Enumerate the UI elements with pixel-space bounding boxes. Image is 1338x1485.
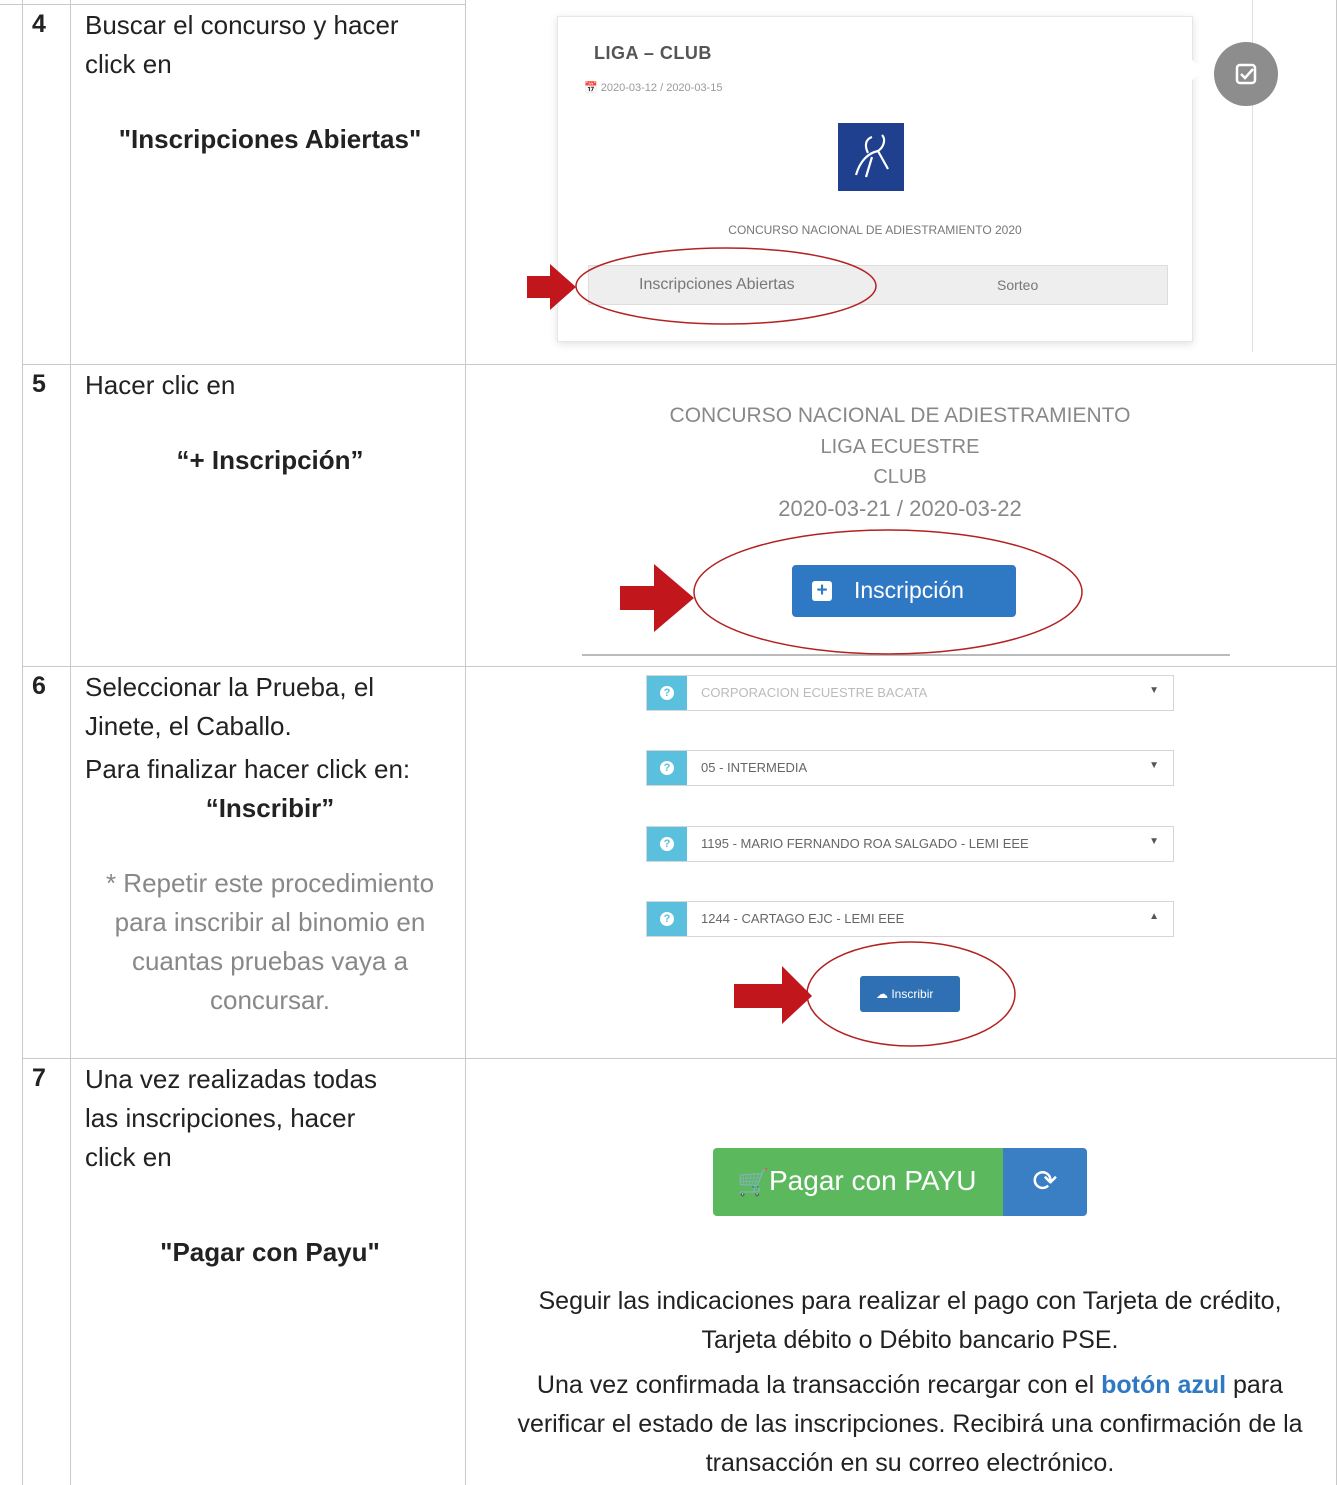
red-arrow-icon: [620, 564, 694, 632]
highlight-ellipse-step4: [575, 247, 877, 325]
highlight-ellipse-step5: [693, 529, 1083, 655]
highlight-ellipse-step6: [806, 941, 1016, 1047]
annotation-overlay: [527, 247, 1083, 1047]
red-arrow-icon: [527, 264, 576, 310]
red-arrow-icon: [734, 966, 812, 1024]
